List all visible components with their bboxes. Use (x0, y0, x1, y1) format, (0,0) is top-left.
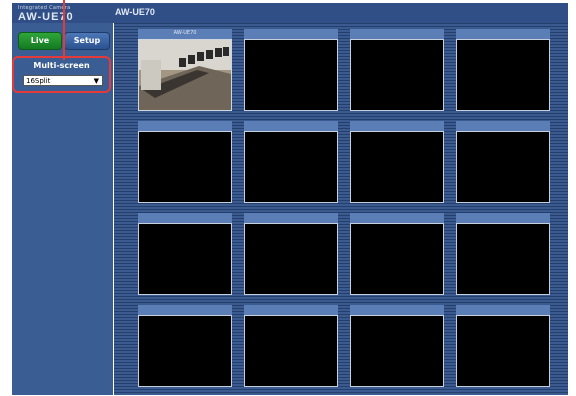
camera-empty-view (456, 315, 550, 387)
multiscreen-title: Multi-screen (33, 61, 90, 70)
camera-empty-view (138, 131, 232, 203)
camera-empty-view (244, 223, 338, 295)
camera-empty-view (350, 39, 444, 111)
camera-live-image (138, 39, 232, 111)
live-button[interactable]: Live (18, 32, 62, 50)
conference-room-image (139, 40, 231, 110)
camera-tile[interactable] (244, 29, 338, 113)
multiscreen-panel: Multi-screen 16Split ▼ (12, 56, 111, 93)
camera-empty-view (244, 315, 338, 387)
camera-tile[interactable] (350, 305, 444, 389)
tile-label: AW-UE70 (173, 30, 197, 36)
camera-empty-view (138, 315, 232, 387)
camera-tile[interactable] (456, 29, 550, 113)
tile-title-bar: AW-UE70 (138, 29, 232, 39)
camera-empty-view (350, 315, 444, 387)
camera-tile[interactable]: AW-UE70 (138, 29, 232, 113)
tile-title-bar (244, 29, 338, 39)
app-window: Integrated Camera AW-UE70 AW-UE70 Live S… (0, 0, 576, 396)
tile-title-bar (456, 121, 550, 131)
multiscreen-select[interactable]: 16Split ▼ (23, 75, 103, 86)
tile-title-bar (456, 305, 550, 315)
tile-title-bar (244, 305, 338, 315)
camera-empty-view (244, 39, 338, 111)
camera-tile[interactable] (456, 121, 550, 205)
camera-empty-view (244, 131, 338, 203)
camera-empty-view (456, 39, 550, 111)
camera-tile[interactable] (138, 305, 232, 389)
chevron-down-icon: ▼ (93, 77, 99, 85)
camera-tile[interactable] (138, 213, 232, 297)
tile-title-bar (350, 29, 444, 39)
tile-title-bar (244, 121, 338, 131)
camera-empty-view (350, 223, 444, 295)
multiscreen-select-value: 16Split (26, 77, 51, 85)
page-title: AW-UE70 (115, 7, 155, 17)
header-bar: Integrated Camera AW-UE70 AW-UE70 (12, 3, 568, 23)
camera-tile[interactable] (138, 121, 232, 205)
tile-title-bar (138, 305, 232, 315)
camera-tile[interactable] (350, 29, 444, 113)
tile-title-bar (456, 213, 550, 223)
brand-model: AW-UE70 (18, 11, 74, 23)
sidebar: Live Setup Multi-screen 16Split ▼ (12, 23, 113, 395)
tile-title-bar (350, 305, 444, 315)
camera-empty-view (350, 131, 444, 203)
tile-title-bar (244, 213, 338, 223)
tile-title-bar (456, 29, 550, 39)
camera-tile[interactable] (350, 213, 444, 297)
tile-title-bar (350, 213, 444, 223)
camera-empty-view (456, 223, 550, 295)
callout-line (63, 0, 65, 60)
camera-tile[interactable] (456, 213, 550, 297)
tile-title-bar (138, 121, 232, 131)
camera-tile[interactable] (456, 305, 550, 389)
camera-empty-view (138, 223, 232, 295)
camera-tile[interactable] (244, 213, 338, 297)
tile-title-bar (350, 121, 444, 131)
camera-tile[interactable] (350, 121, 444, 205)
setup-button[interactable]: Setup (64, 32, 110, 50)
tile-title-bar (138, 213, 232, 223)
camera-tile[interactable] (244, 121, 338, 205)
camera-empty-view (456, 131, 550, 203)
camera-tile[interactable] (244, 305, 338, 389)
multiscreen-grid: AW-UE70 (114, 23, 568, 395)
